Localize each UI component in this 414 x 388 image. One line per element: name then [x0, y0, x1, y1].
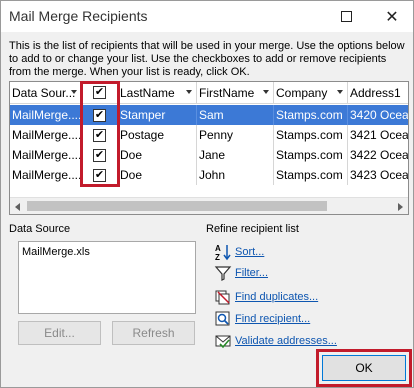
- dropdown-arrow-icon: [71, 90, 77, 94]
- dropdown-arrow-icon: [337, 90, 343, 94]
- cell-firstname: Penny: [197, 125, 274, 145]
- refine-recipient-list-label: Refine recipient list: [206, 223, 299, 235]
- cell-data-source: MailMerge....: [10, 125, 82, 145]
- find-recipient-icon: [213, 310, 232, 329]
- dropdown-arrow-icon: [186, 90, 192, 94]
- scrollbar-thumb[interactable]: [27, 201, 327, 211]
- cell-firstname: Jane: [197, 145, 274, 165]
- maximize-icon: [340, 11, 352, 22]
- column-header-lastname[interactable]: LastName: [118, 82, 197, 103]
- scroll-right-icon[interactable]: [398, 203, 403, 211]
- close-button[interactable]: ✕: [369, 1, 414, 32]
- column-header-data-source[interactable]: Data Sour...: [10, 82, 82, 103]
- cell-data-source: MailMerge....: [10, 165, 82, 185]
- table-row[interactable]: MailMerge.... ✔ Doe Jane Stamps.com 3422…: [10, 145, 408, 165]
- mail-merge-recipients-dialog: Mail Merge Recipients ✕ This is the list…: [0, 0, 414, 388]
- scroll-left-icon[interactable]: [15, 203, 20, 211]
- ok-button-highlight: [316, 349, 412, 387]
- cell-data-source: MailMerge....: [10, 105, 82, 125]
- close-icon: ✕: [385, 8, 399, 26]
- find-recipient-link-label[interactable]: Find recipient...: [235, 313, 310, 325]
- table-row[interactable]: MailMerge.... ✔ Doe John Stamps.com 3423…: [10, 165, 408, 185]
- cell-address1: 3420 Ocea: [348, 105, 408, 125]
- find-duplicates-link[interactable]: Find duplicates...: [213, 287, 318, 307]
- dropdown-arrow-icon: [263, 90, 269, 94]
- find-recipient-link[interactable]: Find recipient...: [213, 309, 310, 329]
- cell-data-source: MailMerge....: [10, 145, 82, 165]
- sort-link[interactable]: AZ Sort...: [213, 242, 265, 262]
- window-title: Mail Merge Recipients: [9, 8, 148, 24]
- cell-firstname: Sam: [197, 105, 274, 125]
- filter-link[interactable]: Filter...: [213, 263, 268, 283]
- data-source-item[interactable]: MailMerge.xls: [22, 246, 90, 258]
- horizontal-scrollbar[interactable]: [10, 197, 408, 214]
- cell-company: Stamps.com: [274, 145, 348, 165]
- title-bar: Mail Merge Recipients ✕: [1, 1, 413, 32]
- cell-address1: 3423 Ocea: [348, 165, 408, 185]
- column-header-firstname[interactable]: FirstName: [197, 82, 274, 103]
- filter-icon: [213, 264, 232, 283]
- validate-addresses-link[interactable]: Validate addresses...: [213, 331, 337, 351]
- column-header-company[interactable]: Company: [274, 82, 348, 103]
- table-row[interactable]: MailMerge.... ✔ Postage Penny Stamps.com…: [10, 125, 408, 145]
- cell-company: Stamps.com: [274, 105, 348, 125]
- validate-addresses-link-label[interactable]: Validate addresses...: [235, 335, 337, 347]
- find-duplicates-icon: [213, 288, 232, 307]
- sort-link-label[interactable]: Sort...: [235, 246, 264, 258]
- sort-az-icon: AZ: [213, 243, 232, 262]
- find-duplicates-link-label[interactable]: Find duplicates...: [235, 291, 318, 303]
- edit-button[interactable]: Edit...: [18, 321, 101, 345]
- refresh-button[interactable]: Refresh: [112, 321, 195, 345]
- maximize-button[interactable]: [323, 1, 369, 32]
- cell-lastname: Stamper: [118, 105, 197, 125]
- filter-link-label[interactable]: Filter...: [235, 267, 268, 279]
- table-row[interactable]: MailMerge.... ✔ Stamper Sam Stamps.com 3…: [10, 105, 408, 125]
- svg-text:A: A: [215, 244, 221, 253]
- svg-text:Z: Z: [215, 253, 220, 261]
- cell-address1: 3422 Ocea: [348, 145, 408, 165]
- data-source-label: Data Source: [9, 223, 71, 235]
- cell-lastname: Postage: [118, 125, 197, 145]
- checkbox-column-highlight: [80, 81, 120, 187]
- validate-addresses-icon: [213, 332, 232, 351]
- cell-company: Stamps.com: [274, 125, 348, 145]
- recipients-table: Data Sour... ✔ LastName FirstName Compan…: [9, 81, 409, 215]
- instructions-text: This is the list of recipients that will…: [9, 40, 405, 78]
- table-header: Data Sour... ✔ LastName FirstName Compan…: [10, 82, 408, 104]
- column-header-address1[interactable]: Address1: [348, 82, 408, 103]
- data-source-list: MailMerge.xls: [18, 241, 196, 314]
- cell-lastname: Doe: [118, 165, 197, 185]
- cell-lastname: Doe: [118, 145, 197, 165]
- cell-firstname: John: [197, 165, 274, 185]
- cell-address1: 3421 Ocea: [348, 125, 408, 145]
- cell-company: Stamps.com: [274, 165, 348, 185]
